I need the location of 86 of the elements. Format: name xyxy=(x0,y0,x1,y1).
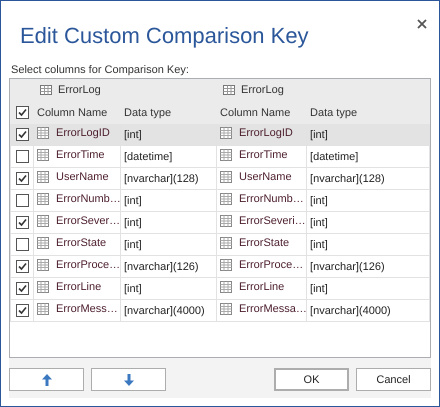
data-type: [datetime] xyxy=(310,150,358,162)
column-name: ErrorTime xyxy=(239,149,288,161)
close-icon[interactable] xyxy=(417,19,427,29)
column-icon xyxy=(220,303,232,315)
column-name: UserName xyxy=(56,171,109,183)
column-icon xyxy=(37,215,49,227)
select-all-checkbox[interactable] xyxy=(16,106,28,119)
column-name: ErrorNumb… xyxy=(56,193,120,205)
column-name: ErrorLogID xyxy=(56,127,110,139)
ok-button[interactable]: OK xyxy=(274,368,349,391)
table-icon xyxy=(40,84,52,94)
row-checkbox[interactable] xyxy=(16,304,28,317)
data-type: [nvarchar](4000) xyxy=(310,304,391,316)
cancel-button[interactable]: Cancel xyxy=(356,368,431,391)
dialog-title: Edit Custom Comparison Key xyxy=(20,23,309,49)
data-type: [int] xyxy=(124,194,142,206)
column-name: ErrorProce… xyxy=(56,259,120,271)
table-row[interactable]: ErrorSever… [int] ErrorSeveri… [int] xyxy=(10,212,430,234)
move-down-button[interactable] xyxy=(91,368,166,391)
row-checkbox[interactable] xyxy=(16,150,28,163)
column-icon xyxy=(37,281,49,293)
data-type: [int] xyxy=(124,282,142,294)
row-checkbox[interactable] xyxy=(16,216,28,229)
data-type: [int] xyxy=(124,238,142,250)
column-name: ErrorState xyxy=(239,237,290,249)
move-up-button[interactable] xyxy=(9,368,84,391)
column-icon xyxy=(37,127,49,139)
column-icon xyxy=(220,149,232,161)
table-name: ErrorLog xyxy=(58,84,101,96)
column-name: ErrorLogID xyxy=(239,127,293,139)
table-row[interactable]: ErrorLine [int] ErrorLine [int] xyxy=(10,278,430,300)
row-checkbox[interactable] xyxy=(16,194,28,207)
column-icon xyxy=(220,215,232,227)
column-icon xyxy=(37,259,49,271)
instruction-label: Select columns for Comparison Key: xyxy=(11,63,190,78)
column-icon xyxy=(220,259,232,271)
data-type: [nvarchar](126) xyxy=(310,260,385,272)
column-icon xyxy=(37,171,49,183)
column-icon xyxy=(220,171,232,183)
table-row[interactable]: ErrorMess… [nvarchar](4000) ErrorMessa… [nvarchar](4000) xyxy=(10,300,430,322)
row-checkbox[interactable] xyxy=(16,260,28,273)
data-type: [int] xyxy=(310,282,328,294)
column-icon xyxy=(37,303,49,315)
data-type: [nvarchar](128) xyxy=(124,172,199,184)
data-type: [int] xyxy=(310,128,328,140)
column-name: ErrorMessa… xyxy=(239,303,306,315)
row-checkbox[interactable] xyxy=(16,128,28,141)
arrow-up-icon xyxy=(40,372,52,386)
row-checkbox[interactable] xyxy=(16,282,28,295)
data-type: [nvarchar](4000) xyxy=(124,304,205,316)
column-name: ErrorSever… xyxy=(56,215,120,227)
column-icon xyxy=(37,149,49,161)
data-type: [nvarchar](128) xyxy=(310,172,385,184)
table-row[interactable]: ErrorLogID [int] ErrorLogID [int] xyxy=(10,124,430,146)
column-name: UserName xyxy=(239,171,292,183)
column-icon xyxy=(220,193,232,205)
table-row[interactable]: ErrorState [int] ErrorState [int] xyxy=(10,234,430,256)
column-name: ErrorLine xyxy=(239,281,284,293)
column-name: ErrorSeveri… xyxy=(239,215,306,227)
data-type: [datetime] xyxy=(124,150,172,162)
table-row[interactable]: UserName [nvarchar](128) UserName [nvarchar](128) xyxy=(10,168,430,190)
column-icon xyxy=(37,237,49,249)
data-type: [int] xyxy=(124,128,142,140)
column-icon xyxy=(37,193,49,205)
table-row[interactable]: ErrorNumb… [int] ErrorNumb… [int] xyxy=(10,190,430,212)
column-name: ErrorNumb… xyxy=(239,193,304,205)
column-name: ErrorTime xyxy=(56,149,104,161)
arrow-down-icon xyxy=(122,372,134,386)
table-row[interactable]: ErrorProce… [nvarchar](126) ErrorProce… [nvarchar](126) xyxy=(10,256,430,278)
row-checkbox[interactable] xyxy=(16,238,28,251)
column-name: ErrorMess… xyxy=(56,303,118,315)
column-name: ErrorProce… xyxy=(239,259,304,271)
column-name: ErrorLine xyxy=(56,281,102,293)
data-type: [int] xyxy=(310,194,328,206)
data-type: [int] xyxy=(310,216,328,228)
table-icon xyxy=(223,84,236,94)
data-type: [nvarchar](126) xyxy=(124,260,199,272)
data-type: [int] xyxy=(310,238,328,250)
table-row[interactable]: ErrorTime [datetime] ErrorTime [datetime] xyxy=(10,146,430,168)
column-icon xyxy=(220,127,232,139)
table-name: ErrorLog xyxy=(241,84,284,96)
data-type: [int] xyxy=(124,216,142,228)
column-icon xyxy=(220,237,232,249)
row-checkbox[interactable] xyxy=(16,172,28,185)
column-icon xyxy=(220,281,232,293)
column-name: ErrorState xyxy=(56,237,106,249)
